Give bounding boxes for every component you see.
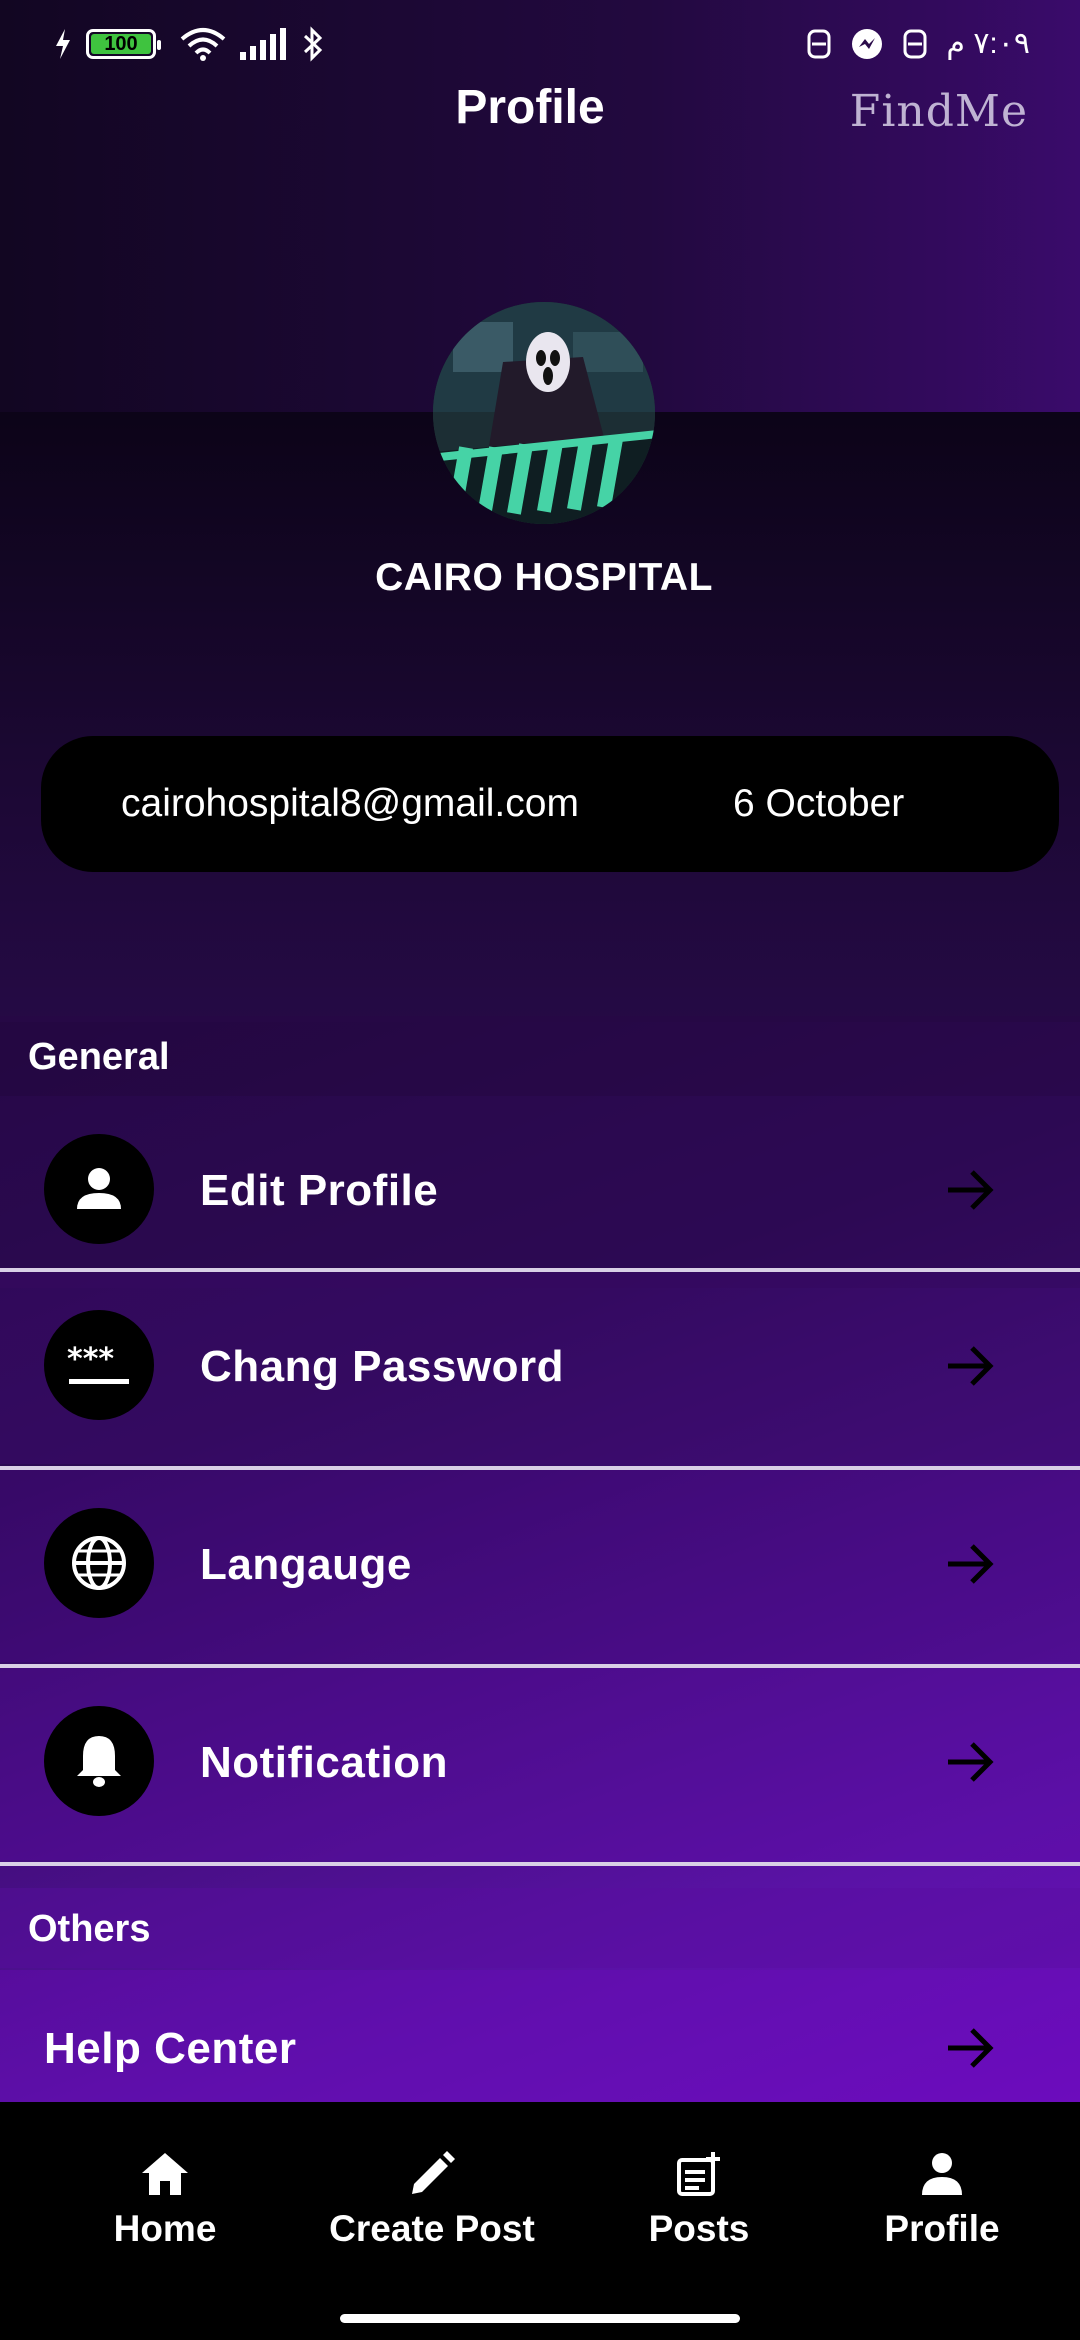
brand-logo: FindMe (849, 86, 1028, 137)
profile-name: CAIRO HOSPITAL (375, 556, 713, 599)
divider (0, 1862, 1080, 1866)
post-add-icon (579, 2146, 819, 2202)
profile-email: cairohospital8@gmail.com (121, 782, 579, 825)
battery-icon: 100 (86, 29, 161, 59)
bluetooth-icon (303, 26, 323, 62)
status-bar: 100 ٧:٠٩ م (0, 0, 1080, 90)
nav-item-home[interactable]: Home (45, 2146, 285, 2250)
arrow-right-icon (948, 2028, 994, 2068)
notification-app-icon (807, 29, 831, 58)
status-right: ٧:٠٩ م (806, 26, 1030, 61)
wifi-icon (180, 28, 226, 61)
pencil-icon (312, 2146, 552, 2202)
menu-label-edit-profile: Edit Profile (200, 1166, 439, 1215)
arrow-right-icon (948, 1170, 994, 1210)
menu-item-language[interactable]: Langauge (0, 1470, 1080, 1662)
menu-label-language: Langauge (200, 1540, 412, 1589)
menu-item-notification[interactable]: Notification (0, 1668, 1080, 1860)
arrow-right-icon (948, 1544, 994, 1584)
svg-text:***: *** (67, 1343, 114, 1377)
battery-level: 100 (104, 32, 138, 55)
menu-item-edit-profile[interactable]: Edit Profile (0, 1096, 1080, 1288)
avatar-image (433, 302, 655, 524)
menu-label-notification: Notification (200, 1738, 448, 1787)
menu-item-help-center[interactable]: Help Center (0, 1970, 1080, 2102)
home-indicator[interactable] (340, 2314, 740, 2323)
menu-item-change-password[interactable]: *** Chang Password (0, 1272, 1080, 1464)
bell-icon (44, 1706, 154, 1816)
person-icon (822, 2146, 1062, 2202)
section-header-general: General (0, 1016, 1080, 1096)
signal-icon (240, 28, 286, 60)
nav-item-posts[interactable]: Posts (579, 2146, 819, 2250)
nav-item-create-post[interactable]: Create Post (312, 2146, 552, 2250)
section-title-general: General (28, 1036, 170, 1078)
profile-location: 6 October (733, 782, 905, 825)
charging-icon (56, 29, 70, 59)
status-left: 100 (54, 26, 324, 62)
menu-label-change-password: Chang Password (200, 1342, 564, 1391)
messenger-icon (852, 28, 883, 59)
password-icon: *** (44, 1310, 154, 1420)
profile-screen: 100 ٧:٠٩ م Profile FindMe CAIRO HOSPITAL… (0, 0, 1080, 2340)
profile-info-card: cairohospital8@gmail.com 6 October (41, 736, 1059, 872)
nav-label-home: Home (113, 2208, 217, 2249)
arrow-right-icon (948, 1346, 994, 1386)
section-title-others: Others (28, 1908, 151, 1950)
arrow-right-icon (948, 1742, 994, 1782)
nav-label-profile: Profile (884, 2208, 1000, 2249)
globe-icon (44, 1508, 154, 1618)
section-header-others: Others (0, 1888, 1080, 1968)
nav-label-posts: Posts (648, 2208, 750, 2249)
home-icon (45, 2146, 285, 2202)
bottom-navigation: Home Create Post Posts Profile (0, 2102, 1080, 2340)
nav-item-profile[interactable]: Profile (822, 2146, 1062, 2250)
nav-label-create-post: Create Post (329, 2208, 535, 2249)
person-icon (44, 1134, 154, 1244)
avatar[interactable] (433, 302, 655, 524)
menu-label-help-center: Help Center (44, 2024, 297, 2073)
clock: ٧:٠٩ م (946, 27, 1030, 60)
notification-app-icon (903, 29, 927, 58)
